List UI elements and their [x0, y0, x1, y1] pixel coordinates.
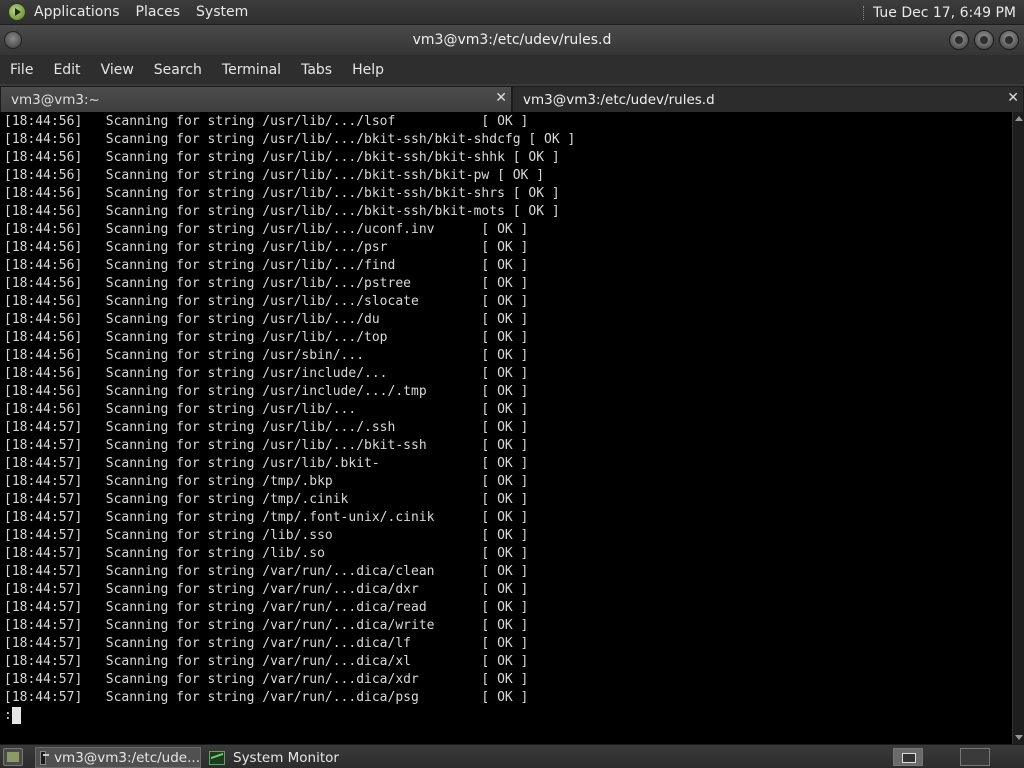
menu-help[interactable]: Help: [352, 62, 384, 78]
close-tab-icon[interactable]: ✕: [495, 90, 507, 106]
terminal-line: [18:44:56] Scanning for string /usr/lib/…: [4, 186, 560, 201]
panel-right-area: Tue Dec 17, 6:49 PM: [862, 0, 1020, 25]
window-title: vm3@vm3:/etc/udev/rules.d: [412, 32, 612, 48]
terminal-line: [18:44:56] Scanning for string /usr/lib/…: [4, 402, 529, 417]
close-window-button[interactable]: [999, 30, 1019, 50]
terminal-line: [18:44:56] Scanning for string /usr/lib/…: [4, 312, 529, 327]
task-system-monitor[interactable]: System Monitor: [205, 747, 385, 768]
terminal-line: [18:44:57] Scanning for string /var/run/…: [4, 636, 529, 651]
bottom-panel: vm3@vm3:/etc/ude... System Monitor: [0, 744, 1024, 768]
terminal-line: [18:44:56] Scanning for string /usr/lib/…: [4, 168, 545, 183]
show-desktop-icon[interactable]: [3, 748, 23, 766]
menu-places[interactable]: Places: [136, 4, 181, 20]
terminal-prompt: :: [4, 708, 12, 723]
menu-edit[interactable]: Edit: [53, 62, 80, 78]
minimize-button[interactable]: [949, 30, 969, 50]
terminal-line: [18:44:57] Scanning for string /tmp/.fon…: [4, 510, 529, 525]
terminal-output[interactable]: [18:44:56] Scanning for string /usr/lib/…: [0, 112, 1012, 744]
tab-home[interactable]: vm3@vm3:~ ✕: [0, 86, 512, 112]
terminal-line: [18:44:56] Scanning for string /usr/lib/…: [4, 258, 529, 273]
terminal-line: [18:44:56] Scanning for string /usr/incl…: [4, 384, 529, 399]
terminal-scrollbar[interactable]: [1012, 112, 1024, 744]
menu-search[interactable]: Search: [154, 62, 202, 78]
terminal-line: [18:44:56] Scanning for string /usr/sbin…: [4, 348, 529, 363]
terminal-line: [18:44:56] Scanning for string /usr/lib/…: [4, 330, 529, 345]
menu-applications[interactable]: Applications: [34, 4, 120, 20]
menubar: File Edit View Search Terminal Tabs Help: [0, 55, 1024, 84]
terminal-line: [18:44:57] Scanning for string /var/run/…: [4, 690, 529, 705]
terminal-line: [18:44:57] Scanning for string /lib/.so …: [4, 546, 529, 561]
terminal-line: [18:44:57] Scanning for string /tmp/.cin…: [4, 492, 529, 507]
terminal-line: [18:44:57] Scanning for string /usr/lib/…: [4, 438, 529, 453]
tab-rules-d[interactable]: vm3@vm3:/etc/udev/rules.d ✕: [512, 86, 1024, 112]
task-label: vm3@vm3:/etc/ude...: [54, 749, 200, 766]
workspace-1[interactable]: [893, 748, 923, 766]
top-panel: Applications Places System Tue Dec 17, 6…: [0, 0, 1024, 25]
task-label: System Monitor: [233, 749, 339, 766]
menu-system[interactable]: System: [196, 4, 248, 20]
terminal-line: [18:44:56] Scanning for string /usr/lib/…: [4, 276, 529, 291]
scroll-up-icon[interactable]: [1015, 116, 1023, 121]
window-titlebar[interactable]: vm3@vm3:/etc/udev/rules.d: [0, 25, 1024, 55]
terminal-line: [18:44:57] Scanning for string /var/run/…: [4, 564, 529, 579]
terminal-line: [18:44:56] Scanning for string /usr/lib/…: [4, 132, 576, 147]
tab-bar: vm3@vm3:~ ✕ vm3@vm3:/etc/udev/rules.d ✕: [0, 84, 1024, 112]
terminal-line: [18:44:56] Scanning for string /usr/lib/…: [4, 240, 529, 255]
terminal-cursor: [11, 707, 21, 724]
terminal-line: [18:44:57] Scanning for string /usr/lib/…: [4, 456, 529, 471]
terminal-line: [18:44:57] Scanning for string /var/run/…: [4, 654, 529, 669]
terminal-line: [18:44:57] Scanning for string /var/run/…: [4, 600, 529, 615]
menu-terminal[interactable]: Terminal: [222, 62, 281, 78]
terminal-line: [18:44:56] Scanning for string /usr/incl…: [4, 366, 529, 381]
terminal-line: [18:44:56] Scanning for string /usr/lib/…: [4, 204, 560, 219]
task-terminal[interactable]: vm3@vm3:/etc/ude...: [35, 747, 201, 768]
distro-logo-icon[interactable]: [8, 3, 26, 21]
menu-view[interactable]: View: [101, 62, 134, 78]
system-monitor-icon: [209, 750, 225, 765]
tab-label: vm3@vm3:~: [11, 91, 100, 108]
terminal-line: [18:44:57] Scanning for string /var/run/…: [4, 618, 529, 633]
terminal-line: [18:44:57] Scanning for string /usr/lib/…: [4, 420, 529, 435]
terminal-line: [18:44:56] Scanning for string /usr/lib/…: [4, 150, 560, 165]
close-tab-icon[interactable]: ✕: [1007, 90, 1019, 106]
scroll-down-icon[interactable]: [1015, 735, 1023, 740]
workspace-2[interactable]: [960, 748, 990, 766]
clock[interactable]: Tue Dec 17, 6:49 PM: [873, 5, 1016, 21]
terminal-line: [18:44:56] Scanning for string /usr/lib/…: [4, 114, 529, 129]
menu-file[interactable]: File: [10, 62, 33, 78]
terminal-line: [18:44:56] Scanning for string /usr/lib/…: [4, 294, 529, 309]
terminal-line: [18:44:57] Scanning for string /tmp/.bkp…: [4, 474, 529, 489]
window-menu-icon[interactable]: [4, 31, 22, 49]
terminal-icon: [40, 750, 50, 765]
panel-separator: [862, 5, 865, 20]
maximize-button[interactable]: [974, 30, 994, 50]
tab-label: vm3@vm3:/etc/udev/rules.d: [523, 91, 715, 108]
terminal-prompt-line: :: [4, 707, 1012, 725]
terminal-line: [18:44:56] Scanning for string /usr/lib/…: [4, 222, 529, 237]
terminal-line: [18:44:57] Scanning for string /var/run/…: [4, 672, 529, 687]
terminal-line: [18:44:57] Scanning for string /var/run/…: [4, 582, 529, 597]
terminal-line: [18:44:57] Scanning for string /lib/.sso…: [4, 528, 529, 543]
menu-tabs[interactable]: Tabs: [301, 62, 332, 78]
